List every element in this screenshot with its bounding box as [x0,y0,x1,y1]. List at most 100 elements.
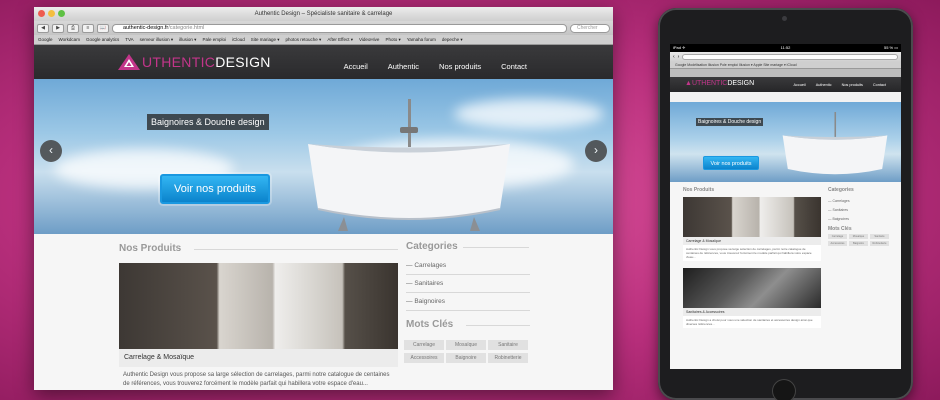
logo-text-highlight: UTHENTIC [691,80,728,87]
ipad-tag[interactable]: Robinetterie [870,241,889,246]
ipad-product-image [683,197,821,237]
ipad-nav-nos-produits[interactable]: Nos produits [842,83,863,87]
divider [406,310,530,311]
address-bar[interactable]: authentic-design.fr/categorie.html [112,23,567,33]
ipad-site-header: ▲UTHENTICDESIGN Accueil Authentic Nos pr… [670,77,901,92]
url-domain: authentic-design.fr [123,24,169,31]
bookmark-item[interactable]: Google [38,37,53,42]
status-time: 11:52 [780,45,791,50]
home-button[interactable] [772,379,796,400]
zoom-window-button[interactable] [58,10,65,17]
ipad-hero: Baignoires & Douche design Voir nos prod… [670,102,901,182]
ipad-tag[interactable]: Sanitaire [870,234,889,239]
ipad-address-bar[interactable] [682,54,898,60]
bookmark-item[interactable]: Google analytics [86,37,119,42]
bathtub-image [782,112,888,175]
ipad-category[interactable]: — Baignoires [828,217,849,221]
bookmark-item[interactable]: depeche ▾ [442,37,463,43]
ipad-tag[interactable]: Baignoire [849,241,868,246]
product-title-bar[interactable]: Carrelage & Mosaïque [119,349,398,367]
back-button[interactable]: ◀ [37,23,49,33]
category-sanitaires[interactable]: — Sanitaires [406,280,443,287]
share-icon[interactable]: ⎙ [67,23,79,33]
tag-robinetterie[interactable]: Robinetterie [488,353,528,363]
ipad-product-title: Carrelage & Mosaïque [683,237,821,245]
tag-baignoire[interactable]: Baignoire [446,353,486,363]
bathtub-image [308,99,510,231]
nav-contact[interactable]: Contact [501,62,527,71]
ipad-tag[interactable]: Mosaïque [849,234,868,239]
ipad-main-nav: Accueil Authentic Nos produits Contact [793,77,886,92]
hero-slider: Baignoires & Douche design Voir nos prod… [34,79,613,234]
ipad-category[interactable]: — Carrelages [828,199,850,203]
bookmark-item[interactable]: Site mariage ▾ [251,37,280,43]
bookmark-item[interactable]: serveur illusion ▾ [140,37,174,43]
tag-carrelage[interactable]: Carrelage [404,340,444,350]
bookmark-item[interactable]: Workdcam [59,37,80,42]
products-heading: Nos Produits [119,243,182,254]
divider [406,292,530,293]
category-carrelages[interactable]: — Carrelages [406,262,446,269]
ipad-view-products-button[interactable]: Voir nos produits [703,156,759,170]
ipad-site-logo[interactable]: ▲UTHENTICDESIGN [685,80,754,87]
ipad-nav-authentic[interactable]: Authentic [816,83,832,87]
bookmark-item[interactable]: illusion ▾ [179,37,196,43]
back-icon[interactable]: ‹ [673,54,675,60]
category-baignoires[interactable]: — Baignoires [406,298,445,305]
category-label: Carrelages [832,199,850,203]
minimize-window-button[interactable] [48,10,55,17]
divider [466,325,530,326]
categories-heading: Categories [406,241,458,252]
divider [463,247,529,248]
category-label: Carrelages [414,262,447,269]
bookmark-item[interactable]: photos retouche ▾ [286,37,322,43]
ipad-hero-caption: Baignoires & Douche design [696,118,764,126]
product-description: Authentic Design vous propose sa large s… [123,372,390,387]
window-controls [38,10,65,17]
forward-button[interactable]: ▶ [52,23,64,33]
bookmark-item[interactable]: Photo ▾ [385,37,400,43]
reader-icon[interactable]: ≡ [82,23,94,33]
tag-cloud: Carrelage Mosaïque Sanitaire Accessoires… [404,340,528,363]
tag-sanitaire[interactable]: Sanitaire [488,340,528,350]
bookmarks-icon[interactable]: 📖 [97,23,109,33]
ipad-products-heading: Nos Produits [683,187,715,193]
nav-authentic[interactable]: Authentic [388,62,419,71]
bookmark-item[interactable]: TVA [125,37,133,42]
bookmark-item[interactable]: VideoHive [359,37,379,42]
ipad-tag[interactable]: Carrelage [828,234,847,239]
search-field[interactable]: Chercher [570,23,610,33]
ipad-product-desc: Authentic Design a choisi pour vous une … [686,318,813,326]
divider [194,249,398,250]
slider-next-button[interactable]: › [585,140,607,162]
slider-prev-button[interactable]: ‹ [40,140,62,162]
close-window-button[interactable] [38,10,45,17]
ipad-product-card[interactable]: Sanitaires & Accessoires Authentic Desig… [683,268,821,328]
view-products-button[interactable]: Voir nos produits [160,174,270,204]
nav-accueil[interactable]: Accueil [344,62,368,71]
ipad-nav-accueil[interactable]: Accueil [793,83,805,87]
product-title: Carrelage & Mosaïque [124,354,195,361]
bookmark-item[interactable]: Pale emploi [202,37,226,42]
nav-nos-produits[interactable]: Nos produits [439,62,481,71]
ipad-category[interactable]: — Sanitaires [828,208,848,212]
bookmark-item[interactable]: Yamaha forum [407,37,436,42]
tags-heading: Mots Clés [406,319,454,330]
ipad-tag[interactable]: Accessoires [828,241,847,246]
tag-accessoires[interactable]: Accessoires [404,353,444,363]
divider [406,274,530,275]
ipad-browser-toolbar: ‹ › [670,52,901,62]
main-content: Nos Produits Carrelage & Mosaïque Authen… [34,234,613,390]
tag-mosaique[interactable]: Mosaïque [446,340,486,350]
bookmark-item[interactable]: After Effect ▾ [327,37,353,43]
ipad-content: Nos Produits Carrelage & Mosaïque Authen… [670,182,901,369]
site-logo[interactable]: UTHENTICDESIGN [118,54,271,70]
product-image-carrelage[interactable] [119,263,398,349]
browser-toolbar: ◀ ▶ ⎙ ≡ 📖 authentic-design.fr/categorie.… [34,21,613,35]
bookmark-item[interactable]: iCloud [232,37,245,42]
ipad-product-card[interactable]: Carrelage & Mosaïque Authentic Design vo… [683,197,821,261]
logo-text: DESIGN [215,54,271,70]
ipad-tag-cloud: Carrelage Mosaïque Sanitaire Accessoires… [828,234,889,246]
forward-icon[interactable]: › [678,54,680,60]
ipad-nav-contact[interactable]: Contact [873,83,886,87]
